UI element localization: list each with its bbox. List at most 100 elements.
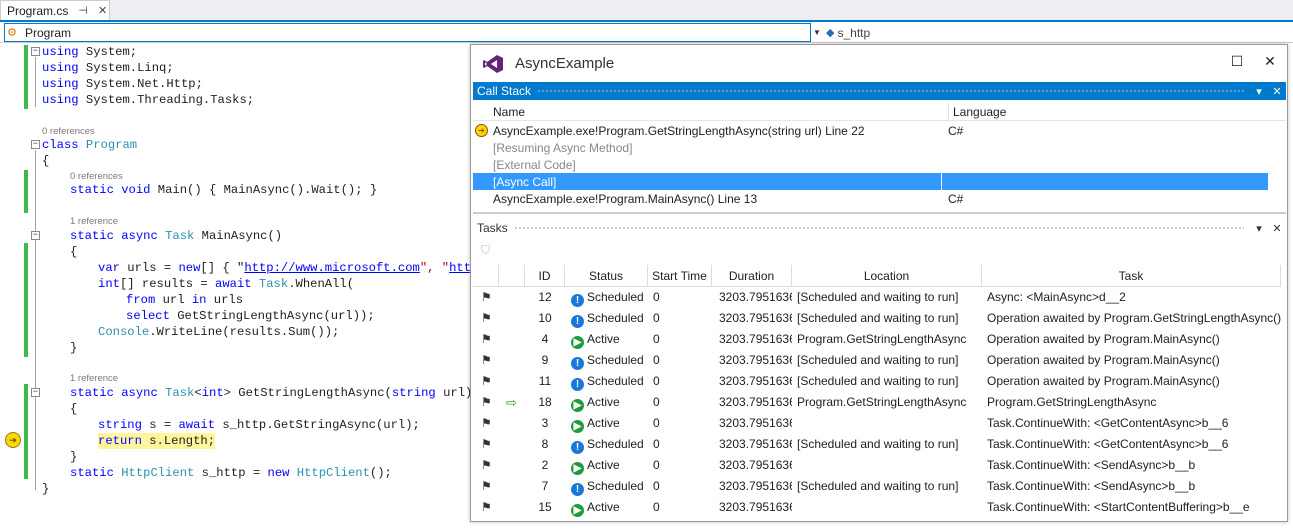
call-stack-row[interactable]: ➔ AsyncExample.exe!Program.GetStringLeng… — [473, 122, 1268, 139]
column-header-status[interactable]: Status — [565, 265, 648, 287]
collapse-toggle[interactable]: − — [31, 140, 40, 149]
scheduled-status-icon: ! — [571, 378, 584, 391]
frame-name: [External Code] — [493, 158, 576, 172]
column-header-flag[interactable] — [473, 265, 499, 287]
flag-icon[interactable]: ⚑ — [481, 458, 492, 472]
column-header-location[interactable]: Location — [792, 265, 982, 287]
task-start-time: 0 — [653, 332, 660, 346]
task-duration: 3203.7951636 — [719, 479, 792, 493]
task-row[interactable]: ⚑ 10! Scheduled 0 3203.7951636 [Scheduled and… — [473, 308, 1281, 329]
window-title-bar[interactable]: AsyncExample ☐ ✕ — [471, 45, 1287, 81]
column-header-language[interactable]: Language — [948, 103, 1006, 121]
scheduled-status-icon: ! — [571, 315, 584, 328]
task-id: 3 — [541, 416, 549, 430]
flag-icon[interactable]: ⚑ — [481, 416, 492, 430]
task-row[interactable]: ⚑ 7! Scheduled 0 3203.7951636 [Scheduled and … — [473, 476, 1281, 497]
task-start-time: 0 — [653, 311, 660, 325]
status-label: Active — [587, 416, 620, 430]
task-icon-cell — [506, 413, 524, 434]
change-bar — [24, 384, 28, 479]
close-icon[interactable]: ✕ — [98, 4, 107, 17]
flag-icon[interactable]: ⚑ — [481, 290, 492, 304]
task-icon-cell: ⚑ — [481, 308, 497, 329]
tab-program-cs[interactable]: Program.cs ⊣ ✕ — [0, 0, 110, 20]
task-duration: 3203.7951636 — [719, 311, 792, 325]
flag-icon[interactable]: ⚑ — [481, 500, 492, 514]
flag-icon[interactable]: ⚑ — [481, 311, 492, 325]
field-icon: ◆ — [826, 27, 835, 39]
flag-icon[interactable]: ⚑ — [481, 437, 492, 451]
call-stack-header[interactable]: Call Stack ▾ ✕ — [473, 82, 1286, 100]
task-name: Task.ContinueWith: <StartContentBufferin… — [987, 500, 1250, 514]
column-header-name[interactable]: Name — [493, 105, 525, 119]
flag-icon[interactable]: ⚑ — [481, 395, 492, 409]
frame-name: [Resuming Async Method] — [493, 141, 633, 155]
task-status: ▶ Active — [571, 413, 648, 434]
close-window-button[interactable]: ✕ — [1259, 51, 1281, 71]
task-duration: 3203.7951636 — [719, 458, 792, 472]
column-header-duration[interactable]: Duration — [712, 265, 792, 287]
task-row[interactable]: ⚑ 8! Scheduled 0 3203.7951636 [Scheduled and … — [473, 434, 1281, 455]
call-stack-row[interactable]: [Resuming Async Method] — [473, 139, 1268, 156]
task-row[interactable]: ⚑ 9! Scheduled 0 3203.7951636 [Scheduled and … — [473, 350, 1281, 371]
scheduled-status-icon: ! — [571, 357, 584, 370]
column-header-id[interactable]: ID — [525, 265, 565, 287]
task-status: ! Scheduled — [571, 371, 648, 392]
change-bar — [24, 45, 28, 109]
chevron-down-icon[interactable]: ▼ — [811, 24, 823, 41]
task-id: 10 — [538, 311, 552, 325]
column-header-start-time[interactable]: Start Time — [648, 265, 712, 287]
code-line: static async Task MainAsync() — [70, 229, 283, 243]
member-dropdown[interactable]: ◆ s_http — [826, 24, 870, 41]
flag-icon[interactable]: ⚑ — [481, 353, 492, 367]
visual-studio-logo-icon — [483, 55, 503, 73]
pin-icon[interactable]: ⊣ — [78, 4, 88, 17]
frame-language: C# — [948, 192, 964, 206]
pane-splitter[interactable] — [473, 212, 1286, 214]
close-pane-icon[interactable]: ✕ — [1268, 85, 1286, 98]
collapse-toggle[interactable]: − — [31, 231, 40, 240]
task-icon-cell — [506, 287, 524, 308]
code-editor[interactable]: using System; using System.Linq; using S… — [42, 44, 486, 496]
task-row[interactable]: ⚑ 12! Scheduled 0 3203.7951636 [Scheduled and… — [473, 287, 1281, 308]
task-icon-cell: ⚑ — [481, 476, 497, 497]
call-stack-row-selected[interactable]: [Async Call] — [473, 173, 1268, 190]
task-row[interactable]: ⚑ ⇨ 18 ▶ Active 0 3203.7951636 Program.GetStrin… — [473, 392, 1281, 413]
call-stack-row[interactable]: [External Code] — [473, 156, 1268, 173]
task-start-time: 0 — [653, 395, 660, 409]
task-duration: 3203.7951636 — [719, 332, 792, 346]
tasks-header[interactable]: Tasks ▾ ✕ — [473, 219, 1286, 237]
task-id: 11 — [538, 374, 552, 388]
task-row[interactable]: ⚑ 2 ▶ Active 0 3203.7951636 Task.ContinueWith:… — [473, 455, 1281, 476]
column-header-task[interactable]: Task — [982, 265, 1281, 287]
collapse-toggle[interactable]: − — [31, 47, 40, 56]
task-status: ▶ Active — [571, 455, 648, 476]
code-line: using System.Net.Http; — [42, 77, 203, 91]
flag-icon[interactable]: ⚑ — [481, 374, 492, 388]
task-icon-cell: ⚑ — [481, 413, 497, 434]
task-row[interactable]: ⚑ 4 ▶ Active 0 3203.7951636 Program.GetStringL… — [473, 329, 1281, 350]
task-icon-cell — [506, 308, 524, 329]
task-icon-cell: ⚑ — [481, 329, 497, 350]
task-id: 8 — [541, 437, 549, 451]
task-row[interactable]: ⚑ 11! Scheduled 0 3203.7951636 [Scheduled and… — [473, 371, 1281, 392]
maximize-button[interactable]: ☐ — [1226, 51, 1248, 71]
flag-icon[interactable]: ⚑ — [481, 479, 492, 493]
status-label: Scheduled — [587, 437, 644, 451]
active-status-icon: ▶ — [571, 336, 584, 349]
task-row[interactable]: ⚑ 3 ▶ Active 0 3203.7951636 Task.ContinueWith:… — [473, 413, 1281, 434]
filter-icon[interactable]: ⛉ — [481, 243, 495, 257]
flag-icon[interactable]: ⚑ — [481, 332, 492, 346]
dropdown-icon[interactable]: ▾ — [1250, 222, 1268, 235]
task-row[interactable]: ⚑ 15 ▶ Active 0 3203.7951636 Task.ContinueWith… — [473, 497, 1281, 518]
task-start-time: 0 — [653, 479, 660, 493]
task-location: [Scheduled and waiting to run] — [797, 479, 959, 493]
column-header-current[interactable] — [499, 265, 525, 287]
status-label: Active — [587, 332, 620, 346]
type-dropdown[interactable]: ⚙ Program — [4, 23, 811, 42]
call-stack-row[interactable]: AsyncExample.exe!Program.MainAsync() Lin… — [473, 190, 1268, 207]
close-pane-icon[interactable]: ✕ — [1268, 222, 1286, 235]
collapse-toggle[interactable]: − — [31, 388, 40, 397]
dropdown-icon[interactable]: ▾ — [1250, 85, 1268, 98]
task-location: [Scheduled and waiting to run] — [797, 437, 959, 451]
